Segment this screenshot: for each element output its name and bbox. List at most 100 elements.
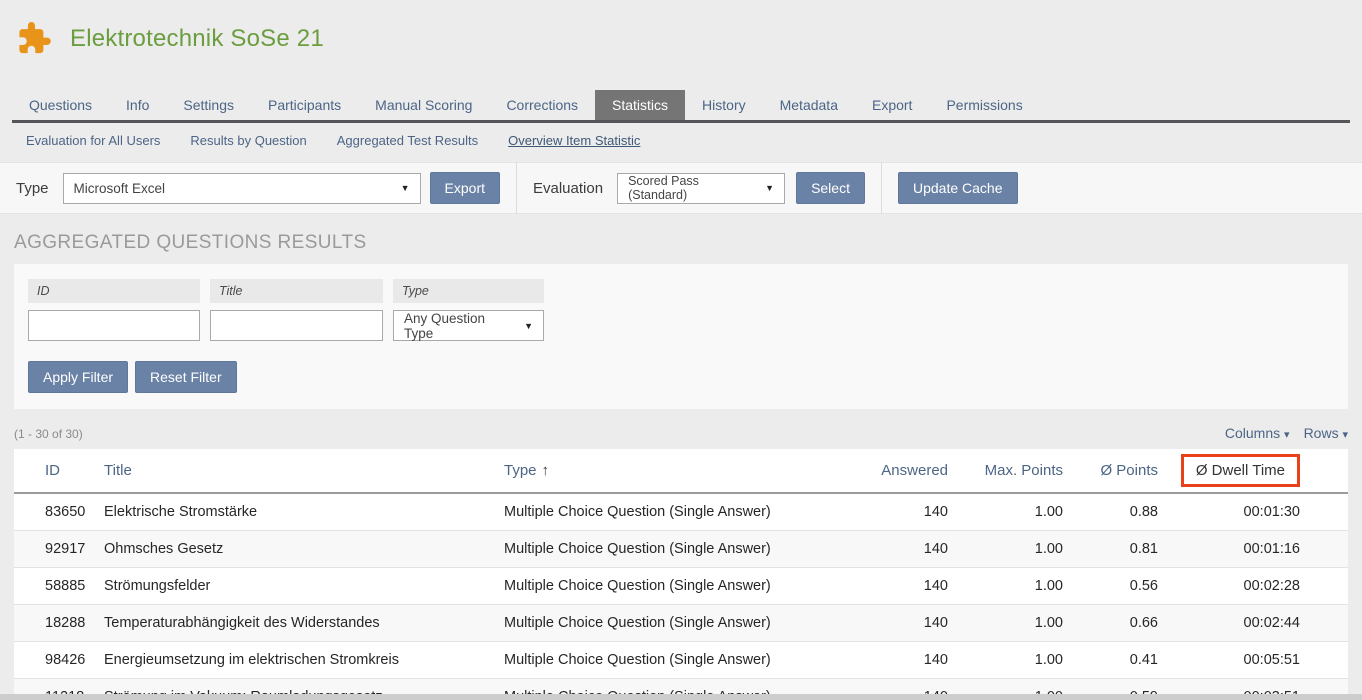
cell-question-id: 92917 xyxy=(14,531,96,568)
tab-permissions[interactable]: Permissions xyxy=(929,90,1039,120)
subtab-aggregated-test-results[interactable]: Aggregated Test Results xyxy=(337,133,478,148)
cell-question-title: Elektrische Stromstärke xyxy=(96,493,496,531)
rows-dropdown[interactable]: Rows ▾ xyxy=(1304,425,1348,441)
chevron-down-icon: ▼ xyxy=(524,321,533,331)
subtab-overview-item-statistic[interactable]: Overview Item Statistic xyxy=(508,133,640,148)
app-header: Elektrotechnik SoSe 21 xyxy=(0,0,1362,62)
filter-panel: ID Title Type Any Question Type ▼ Apply … xyxy=(14,264,1348,409)
column-header-avg-points[interactable]: Ø Points xyxy=(1071,449,1166,493)
table-controls: (1 - 30 of 30) Columns ▾ Rows ▾ xyxy=(14,425,1348,441)
toolbar-divider xyxy=(516,162,517,214)
test-puzzle-icon xyxy=(18,22,52,56)
dwell-time-highlight-box: Ø Dwell Time xyxy=(1181,454,1300,487)
cell-avg-points: 0.88 xyxy=(1071,493,1166,531)
cell-question-id: 58885 xyxy=(14,568,96,605)
tab-info[interactable]: Info xyxy=(109,90,166,120)
cell-answered: 140 xyxy=(856,493,956,531)
table-row[interactable]: 18288 Temperaturabhängigkeit des Widerst… xyxy=(14,605,1348,642)
section-heading: AGGREGATED QUESTIONS RESULTS xyxy=(14,232,1348,254)
chevron-down-icon: ▾ xyxy=(1284,429,1290,441)
chevron-down-icon: ▼ xyxy=(401,183,410,193)
cell-max-points: 1.00 xyxy=(956,568,1071,605)
filter-field-type: Type Any Question Type ▼ xyxy=(393,279,544,341)
cell-dwell-time: 00:01:16 xyxy=(1166,531,1348,568)
evaluation-label: Evaluation xyxy=(533,180,603,197)
table-row[interactable]: 58885 Strömungsfelder Multiple Choice Qu… xyxy=(14,568,1348,605)
tab-history[interactable]: History xyxy=(685,90,763,120)
column-header-dwell-time[interactable]: Ø Dwell Time xyxy=(1166,449,1348,493)
columns-dropdown-label: Columns xyxy=(1225,425,1280,441)
cell-answered: 140 xyxy=(856,568,956,605)
export-button[interactable]: Export xyxy=(430,172,500,204)
tab-participants[interactable]: Participants xyxy=(251,90,358,120)
tab-questions[interactable]: Questions xyxy=(12,90,109,120)
export-type-selected-value: Microsoft Excel xyxy=(74,181,166,196)
subtab-evaluation-for-all-users[interactable]: Evaluation for All Users xyxy=(26,133,160,148)
filter-title-label: Title xyxy=(210,279,383,303)
columns-dropdown[interactable]: Columns ▾ xyxy=(1225,425,1290,441)
tab-statistics[interactable]: Statistics xyxy=(595,90,685,120)
column-header-answered[interactable]: Answered xyxy=(856,449,956,493)
cell-question-title: Energieumsetzung im elektrischen Stromkr… xyxy=(96,642,496,679)
cell-max-points: 1.00 xyxy=(956,605,1071,642)
filter-title-input[interactable] xyxy=(210,310,383,341)
table-row[interactable]: 83650 Elektrische Stromstärke Multiple C… xyxy=(14,493,1348,531)
filter-type-selected-value: Any Question Type xyxy=(404,311,514,341)
cell-dwell-time: 00:02:44 xyxy=(1166,605,1348,642)
update-cache-button[interactable]: Update Cache xyxy=(898,172,1018,204)
apply-filter-button[interactable]: Apply Filter xyxy=(28,361,128,393)
filter-id-input[interactable] xyxy=(28,310,200,341)
export-type-select[interactable]: Microsoft Excel ▼ xyxy=(63,173,421,204)
tab-corrections[interactable]: Corrections xyxy=(489,90,595,120)
cell-max-points: 1.00 xyxy=(956,493,1071,531)
cell-question-id: 98426 xyxy=(14,642,96,679)
rows-dropdown-label: Rows xyxy=(1304,425,1339,441)
tab-export[interactable]: Export xyxy=(855,90,929,120)
cell-question-id: 83650 xyxy=(14,493,96,531)
cell-question-title: Ohmsches Gesetz xyxy=(96,531,496,568)
tab-metadata[interactable]: Metadata xyxy=(763,90,855,120)
column-header-id[interactable]: ID xyxy=(14,449,96,493)
subtab-results-by-question[interactable]: Results by Question xyxy=(190,133,306,148)
toolbar-divider xyxy=(881,162,882,214)
reset-filter-button[interactable]: Reset Filter xyxy=(135,361,237,393)
cell-dwell-time: 00:05:51 xyxy=(1166,642,1348,679)
cell-question-type: Multiple Choice Question (Single Answer) xyxy=(496,493,856,531)
cell-question-type: Multiple Choice Question (Single Answer) xyxy=(496,642,856,679)
table-body: 83650 Elektrische Stromstärke Multiple C… xyxy=(14,493,1348,700)
cell-question-type: Multiple Choice Question (Single Answer) xyxy=(496,568,856,605)
tab-settings[interactable]: Settings xyxy=(166,90,251,120)
cell-answered: 140 xyxy=(856,605,956,642)
cell-dwell-time: 00:01:30 xyxy=(1166,493,1348,531)
cell-question-type: Multiple Choice Question (Single Answer) xyxy=(496,605,856,642)
result-range-info: (1 - 30 of 30) xyxy=(14,427,83,441)
table-row[interactable]: 98426 Energieumsetzung im elektrischen S… xyxy=(14,642,1348,679)
cell-avg-points: 0.66 xyxy=(1071,605,1166,642)
filter-type-select[interactable]: Any Question Type ▼ xyxy=(393,310,544,341)
table-header-row: ID Title Type↑ Answered Max. Points Ø Po… xyxy=(14,449,1348,493)
select-evaluation-button[interactable]: Select xyxy=(796,172,865,204)
horizontal-scrollbar[interactable] xyxy=(0,694,1362,700)
main-tab-bar: Questions Info Settings Participants Man… xyxy=(12,90,1350,123)
page-title: Elektrotechnik SoSe 21 xyxy=(70,25,324,53)
cell-max-points: 1.00 xyxy=(956,531,1071,568)
column-header-max-points[interactable]: Max. Points xyxy=(956,449,1071,493)
cell-answered: 140 xyxy=(856,531,956,568)
filter-field-id: ID xyxy=(28,279,200,341)
evaluation-selected-value: Scored Pass (Standard) xyxy=(628,174,755,202)
type-label: Type xyxy=(16,180,49,197)
evaluation-select[interactable]: Scored Pass (Standard) ▼ xyxy=(617,173,785,204)
column-header-title[interactable]: Title xyxy=(96,449,496,493)
cell-dwell-time: 00:02:28 xyxy=(1166,568,1348,605)
sort-ascending-icon: ↑ xyxy=(542,462,550,479)
tab-manual-scoring[interactable]: Manual Scoring xyxy=(358,90,489,120)
chevron-down-icon: ▾ xyxy=(1342,429,1348,441)
export-toolbar: Type Microsoft Excel ▼ Export Evaluation… xyxy=(0,162,1362,214)
table-row[interactable]: 92917 Ohmsches Gesetz Multiple Choice Qu… xyxy=(14,531,1348,568)
cell-answered: 140 xyxy=(856,642,956,679)
column-header-type[interactable]: Type↑ xyxy=(496,449,856,493)
cell-question-title: Strömungsfelder xyxy=(96,568,496,605)
cell-avg-points: 0.56 xyxy=(1071,568,1166,605)
sub-tab-bar: Evaluation for All Users Results by Ques… xyxy=(0,123,1362,160)
filter-type-label: Type xyxy=(393,279,544,303)
